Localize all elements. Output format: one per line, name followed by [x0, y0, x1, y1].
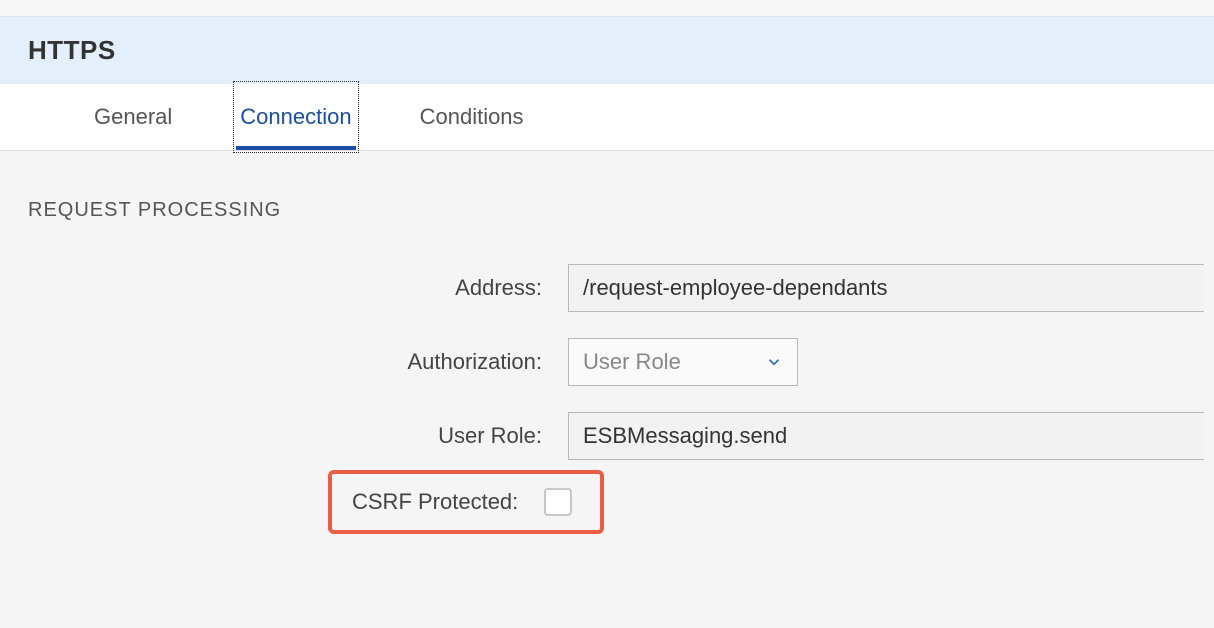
form-grid: Address: Authorization: User Role User R…	[28, 264, 1204, 460]
user-role-input[interactable]	[568, 412, 1204, 460]
address-label: Address:	[28, 275, 568, 301]
top-spacer	[0, 0, 1214, 16]
authorization-value: User Role	[583, 349, 681, 375]
authorization-label: Authorization:	[28, 349, 568, 375]
tab-conditions[interactable]: Conditions	[416, 84, 528, 150]
header-bar: HTTPS	[0, 16, 1214, 84]
tab-general[interactable]: General	[90, 84, 176, 150]
csrf-checkbox[interactable]	[544, 488, 572, 516]
address-input[interactable]	[568, 264, 1204, 312]
page-title: HTTPS	[28, 35, 1186, 66]
authorization-dropdown[interactable]: User Role	[568, 338, 798, 386]
csrf-highlight-box: CSRF Protected:	[328, 470, 604, 534]
csrf-label: CSRF Protected:	[352, 489, 544, 515]
tab-strip: General Connection Conditions	[0, 84, 1214, 151]
user-role-label: User Role:	[28, 423, 568, 449]
tab-connection[interactable]: Connection	[236, 84, 355, 150]
chevron-down-icon	[765, 353, 783, 371]
section-title: REQUEST PROCESSING	[28, 199, 1204, 222]
content-area: REQUEST PROCESSING Address: Authorizatio…	[0, 151, 1214, 574]
